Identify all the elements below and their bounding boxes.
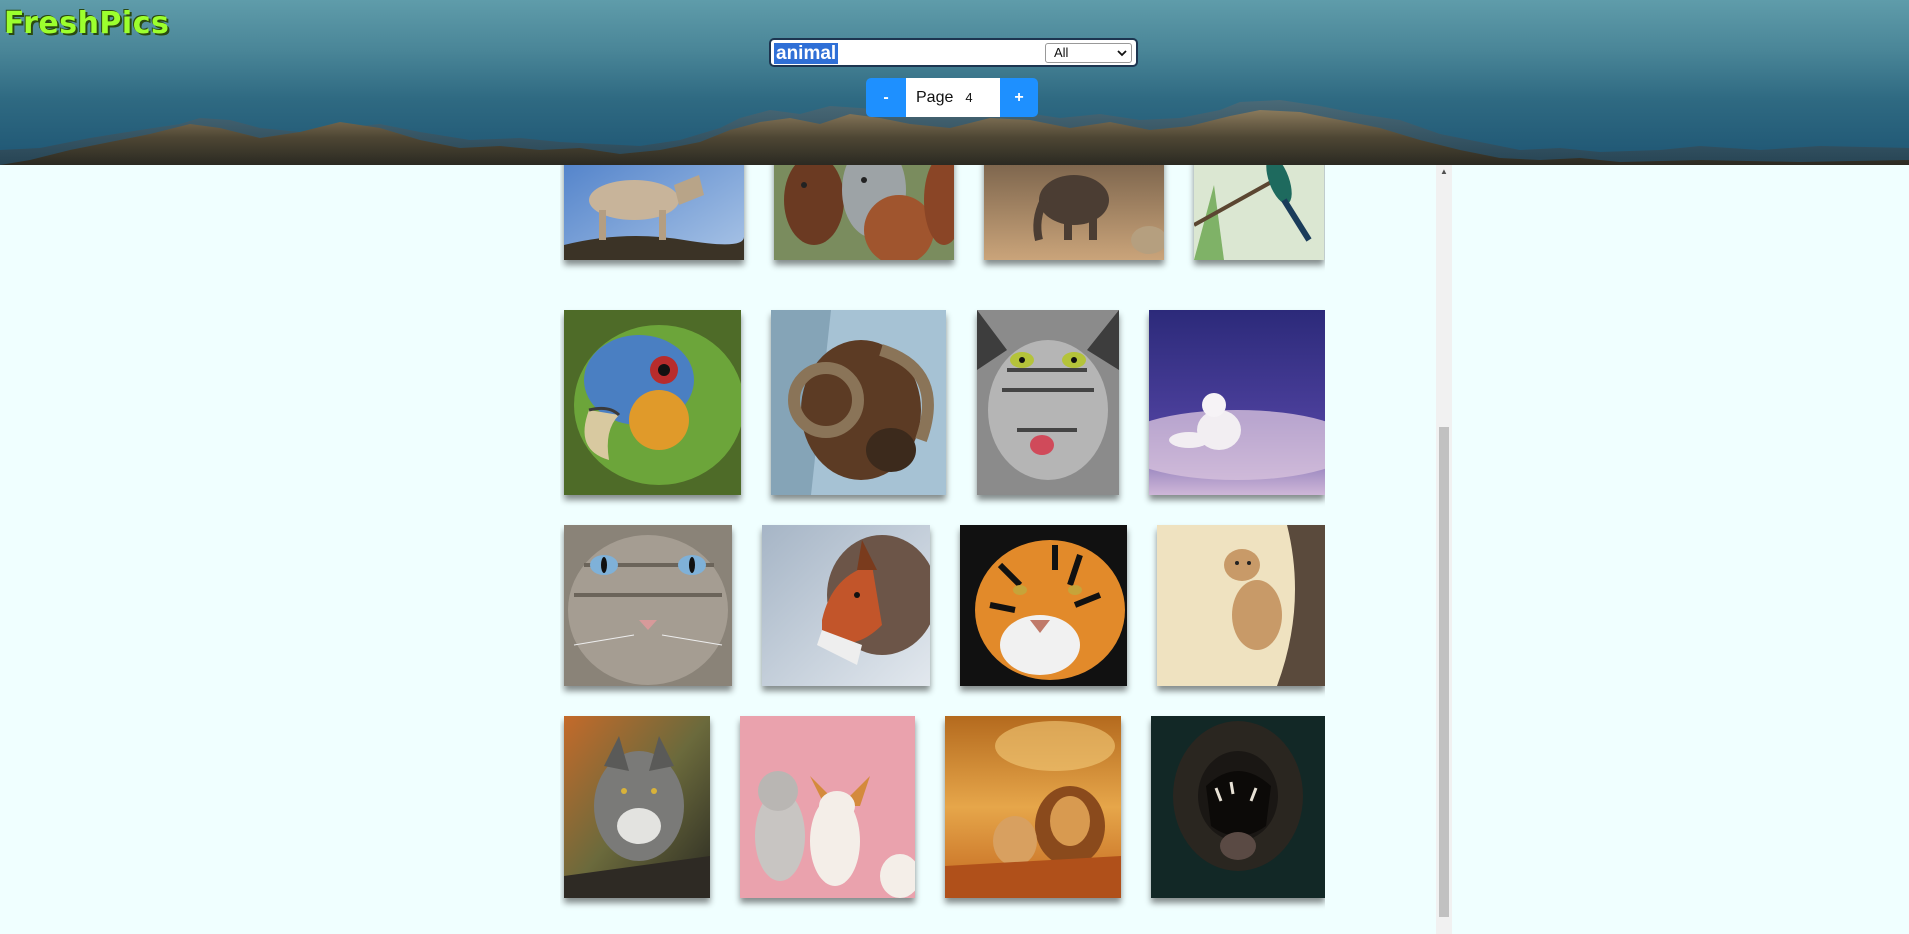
chevron-down-icon	[1117, 44, 1127, 68]
parrot-icon	[564, 310, 741, 495]
lions-icon	[945, 716, 1121, 898]
scroll-up-arrow-icon[interactable]: ▲	[1436, 165, 1452, 179]
horses-icon	[774, 165, 954, 260]
page-label: Page	[916, 88, 954, 106]
gallery-photo-wolf-on-rock[interactable]	[564, 165, 744, 260]
gallery-photo-parrot[interactable]	[564, 310, 741, 495]
photo-gallery	[560, 165, 1325, 934]
arctic-fox-icon	[1149, 310, 1325, 495]
scrollbar-thumb[interactable]	[1439, 427, 1449, 917]
gallery-photo-arctic-fox[interactable]	[1149, 310, 1325, 495]
header-banner: FreshPics animal All - Page 4 +	[0, 0, 1909, 165]
gallery-photo-tiger[interactable]	[960, 525, 1127, 686]
ram-icon	[771, 310, 946, 495]
previous-page-button[interactable]: -	[866, 78, 906, 117]
gallery-photo-elephant-calf[interactable]	[984, 165, 1164, 260]
cat-icon	[977, 310, 1119, 495]
category-filter-value: All	[1054, 45, 1069, 60]
gallery-photo-lions[interactable]	[945, 716, 1121, 898]
gallery-photo-blue-eyed-cat[interactable]	[564, 525, 732, 686]
lion-cub-icon	[1157, 525, 1325, 686]
gallery-photo-tabby-cat[interactable]	[977, 310, 1119, 495]
gallery-photo-ram[interactable]	[771, 310, 946, 495]
tiger-icon	[960, 525, 1127, 686]
pagination: - Page 4 +	[866, 78, 1038, 117]
elephant-icon	[984, 165, 1164, 260]
fox-icon	[762, 525, 930, 686]
wolf-icon	[564, 716, 710, 898]
lion-icon	[1151, 716, 1325, 898]
dogs-icon	[740, 716, 915, 898]
gallery-photo-roaring-lion[interactable]	[1151, 716, 1325, 898]
app-logo[interactable]: FreshPics	[4, 6, 169, 41]
category-filter-select[interactable]: All	[1045, 43, 1132, 63]
gallery-photo-dogs[interactable]	[740, 716, 915, 898]
gallery-photo-horses[interactable]	[774, 165, 954, 260]
page-indicator: Page 4	[906, 78, 1000, 117]
gallery-scrollbar[interactable]: ▲	[1436, 165, 1452, 934]
cat-icon	[564, 525, 732, 686]
wolf-icon	[564, 165, 744, 260]
gallery-photo-hummingbird[interactable]	[1194, 165, 1324, 260]
gallery-photo-grey-wolf[interactable]	[564, 716, 710, 898]
gallery-photo-lion-cub[interactable]	[1157, 525, 1325, 686]
search-input[interactable]: animal	[774, 43, 839, 64]
next-page-button[interactable]: +	[1000, 78, 1038, 117]
hummingbird-icon	[1194, 165, 1324, 260]
search-bar: animal All	[769, 38, 1138, 67]
page-number-input[interactable]: 4	[965, 88, 995, 108]
gallery-photo-red-fox[interactable]	[762, 525, 930, 686]
